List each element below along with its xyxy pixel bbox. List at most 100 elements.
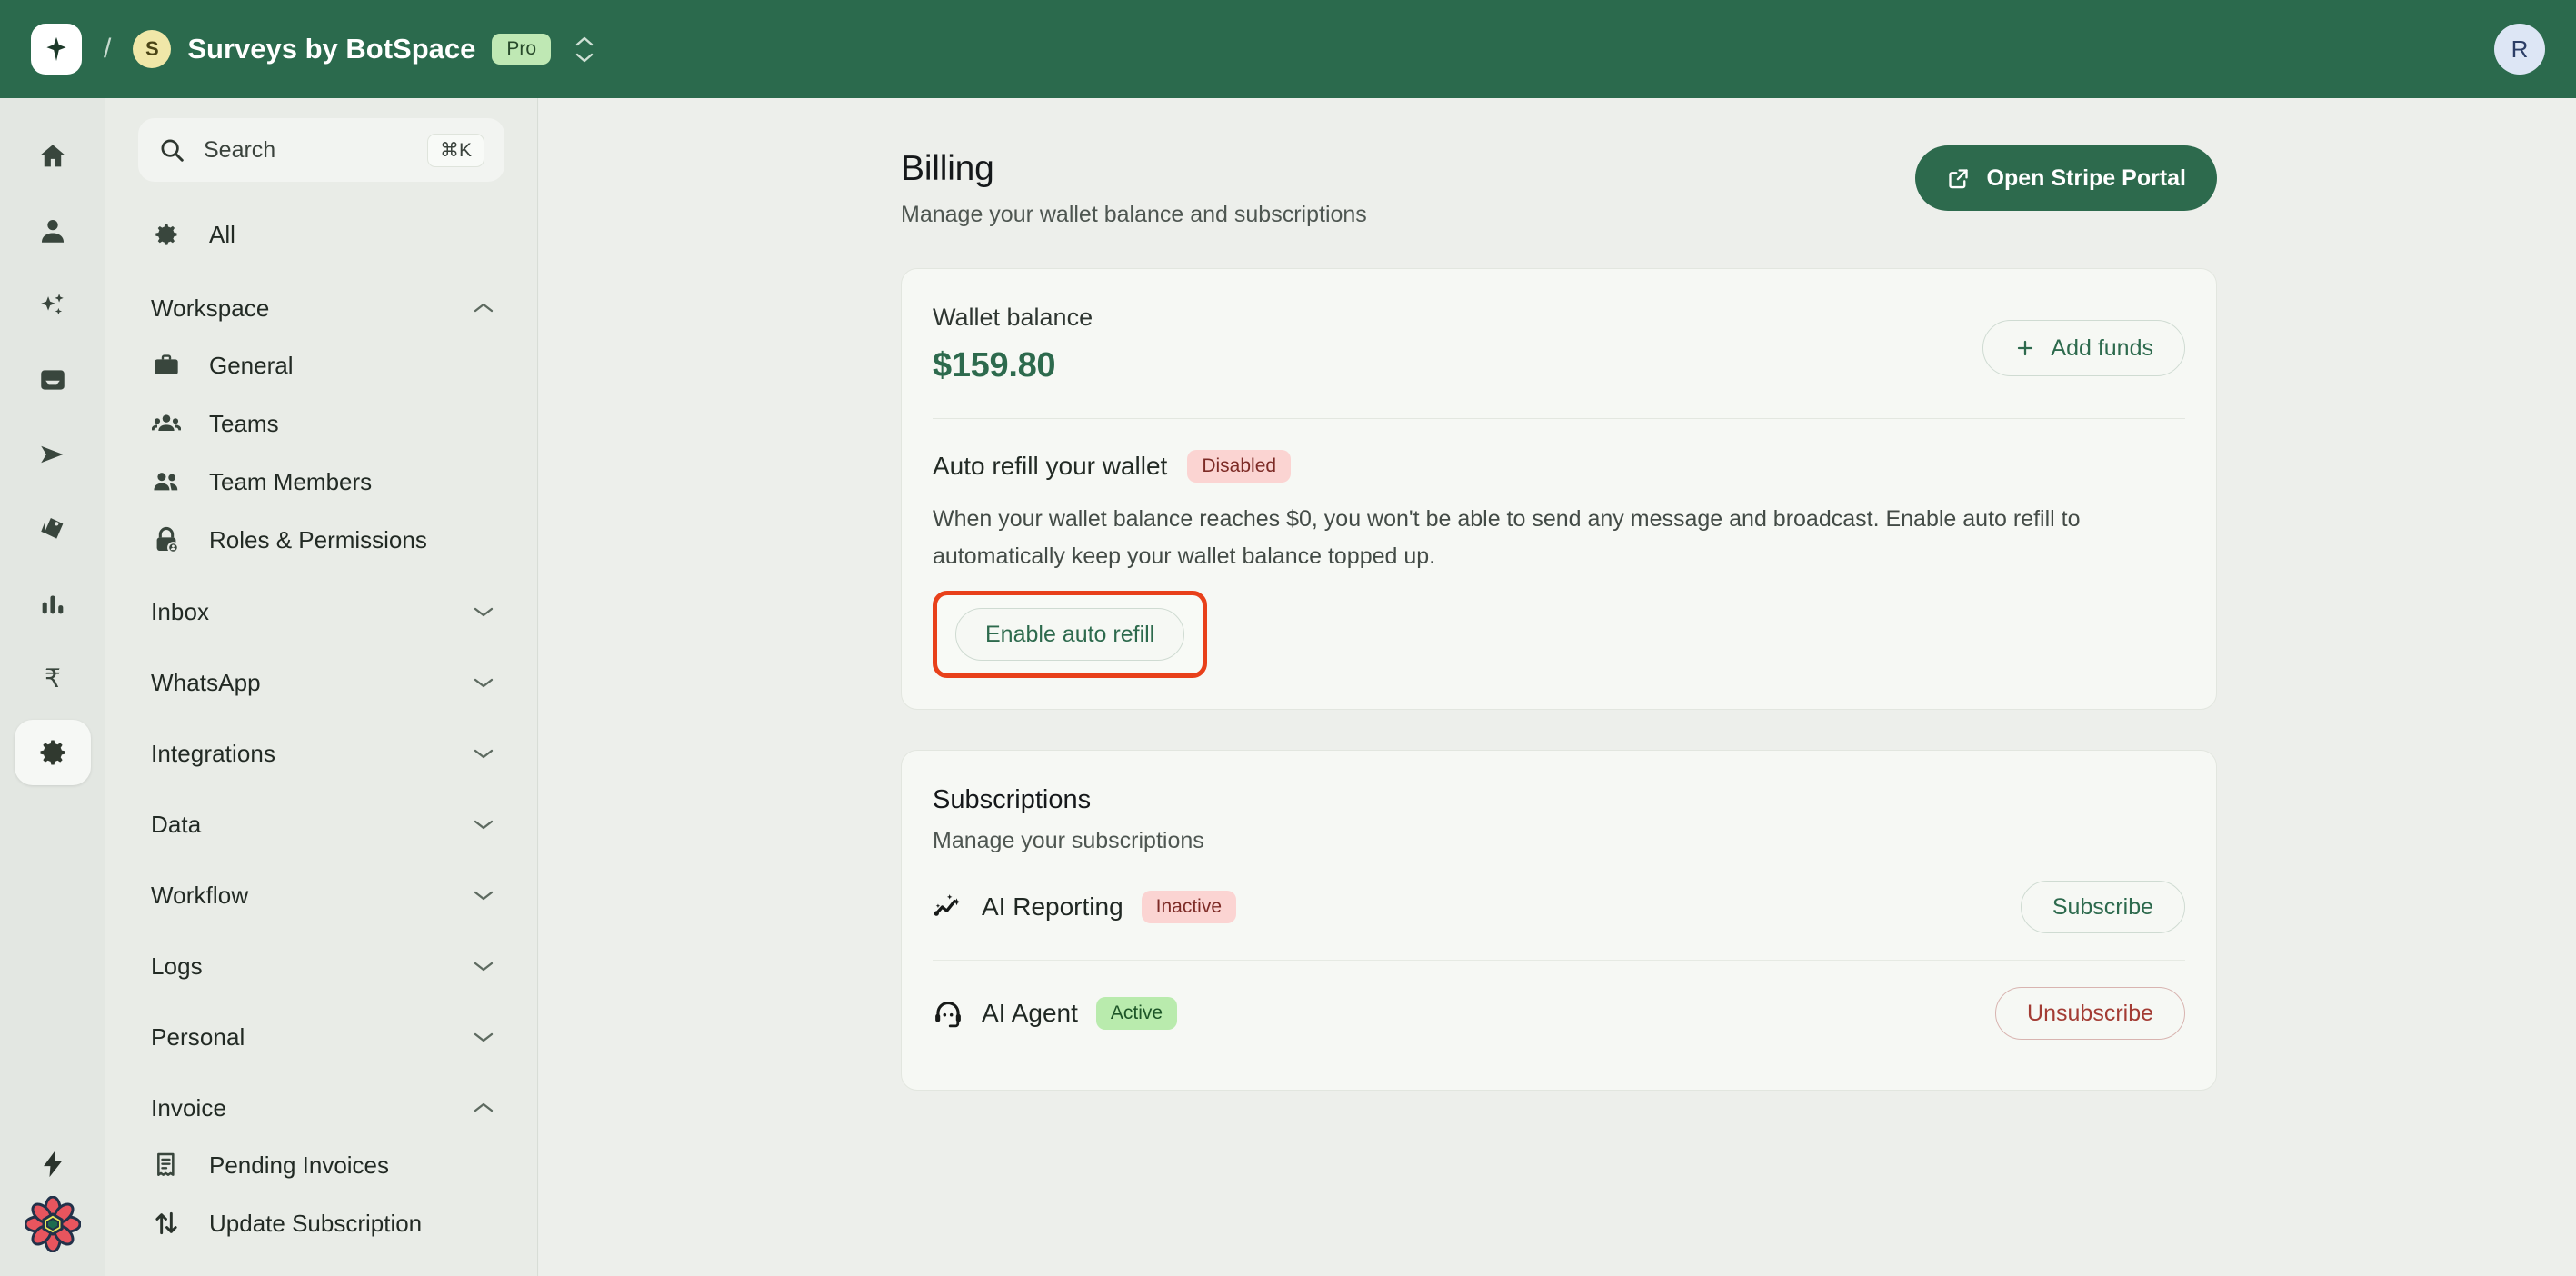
- chevron-down-icon: [472, 1030, 495, 1044]
- sidebar-item-label: General: [209, 352, 294, 380]
- sidebar-group-integrations[interactable]: Integrations: [138, 725, 504, 782]
- settings-sidebar: Search ⌘K All Workspace General Teams Te…: [105, 98, 538, 1276]
- sidebar-group-workflow[interactable]: Workflow: [138, 867, 504, 923]
- sidebar-group-label: Data: [151, 811, 201, 839]
- rail-item-ai[interactable]: [15, 273, 91, 338]
- rail-item-analytics[interactable]: [15, 571, 91, 636]
- sidebar-group-personal[interactable]: Personal: [138, 1009, 504, 1065]
- sidebar-group-label: Workflow: [151, 882, 248, 910]
- auto-refill-status-badge: Disabled: [1187, 450, 1291, 483]
- lock-person-icon: [151, 525, 182, 554]
- rail-item-broadcast[interactable]: [15, 422, 91, 487]
- broadcast-send-icon: [37, 439, 68, 470]
- chevron-down-icon: [472, 604, 495, 619]
- settings-gear-icon: [36, 736, 69, 769]
- sidebar-item-label: Update Subscription: [209, 1210, 422, 1238]
- sidebar-group-whatsapp[interactable]: WhatsApp: [138, 654, 504, 711]
- subscriptions-card: Subscriptions Manage your subscriptions …: [901, 750, 2217, 1091]
- rail-item-billing[interactable]: ₹: [15, 645, 91, 711]
- rupee-billing-icon: ₹: [37, 663, 68, 693]
- workspace-name: Surveys by BotSpace: [187, 33, 475, 65]
- subscribe-button[interactable]: Subscribe: [2021, 881, 2185, 933]
- search-icon: [158, 136, 185, 164]
- sidebar-item-label: All: [209, 221, 235, 249]
- subscription-status-badge: Active: [1096, 997, 1177, 1030]
- enable-auto-refill-button[interactable]: Enable auto refill: [955, 608, 1184, 661]
- sidebar-group-inbox[interactable]: Inbox: [138, 583, 504, 640]
- sidebar-item-label: Team Members: [209, 468, 372, 496]
- sidebar-item-update-subscription[interactable]: Update Subscription: [138, 1194, 504, 1252]
- sidebar-item-team-members[interactable]: Team Members: [138, 453, 504, 511]
- add-funds-label: Add funds: [2051, 335, 2153, 362]
- subscription-row: AI Agent Active Unsubscribe: [933, 961, 2185, 1066]
- card-divider: [933, 418, 2185, 419]
- search-placeholder: Search: [204, 137, 409, 164]
- sidebar-item-all[interactable]: All: [138, 205, 504, 264]
- subscription-name: AI Agent: [982, 999, 1078, 1028]
- lightning-bolt-icon[interactable]: [37, 1149, 68, 1180]
- enable-auto-refill-highlight: Enable auto refill: [933, 591, 1207, 678]
- sidebar-group-workspace[interactable]: Workspace: [138, 280, 504, 336]
- sidebar-item-roles-permissions[interactable]: Roles & Permissions: [138, 511, 504, 569]
- rail-item-settings[interactable]: [15, 720, 91, 785]
- teams-group-icon: [151, 409, 182, 438]
- chevron-down-icon: [472, 675, 495, 690]
- flower-logo-icon[interactable]: [25, 1196, 81, 1252]
- sidebar-item-teams[interactable]: Teams: [138, 394, 504, 453]
- rail-item-home[interactable]: [15, 124, 91, 189]
- main-content-area: Billing Manage your wallet balance and s…: [539, 98, 2576, 1276]
- svg-text:₹: ₹: [45, 663, 61, 693]
- rail-item-inbox[interactable]: [15, 347, 91, 413]
- chevron-up-icon: [472, 1101, 495, 1115]
- breadcrumb-separator: /: [104, 34, 111, 65]
- open-stripe-portal-button[interactable]: Open Stripe Portal: [1915, 145, 2217, 211]
- subscription-status-badge: Inactive: [1142, 891, 1236, 923]
- home-icon: [37, 141, 68, 172]
- app-logo-button[interactable]: [31, 24, 82, 75]
- subscriptions-title: Subscriptions: [933, 785, 2185, 815]
- chevron-up-icon: [472, 301, 495, 315]
- unsubscribe-button[interactable]: Unsubscribe: [1995, 987, 2185, 1040]
- plus-icon: [2014, 337, 2036, 359]
- add-funds-button[interactable]: Add funds: [1982, 320, 2185, 376]
- briefcase-icon: [151, 351, 182, 380]
- contacts-icon: [37, 215, 68, 246]
- plan-badge: Pro: [492, 34, 551, 65]
- ai-sparkles-icon: [37, 290, 68, 321]
- sidebar-item-pending-invoices[interactable]: Pending Invoices: [138, 1136, 504, 1194]
- catalog-tag-icon: [37, 513, 68, 544]
- sidebar-item-label: Pending Invoices: [209, 1151, 389, 1180]
- sidebar-group-label: Logs: [151, 952, 203, 981]
- primary-icon-rail: ₹: [0, 98, 105, 1276]
- sidebar-group-label: Inbox: [151, 598, 209, 626]
- sidebar-item-label: Roles & Permissions: [209, 526, 427, 554]
- sidebar-group-label: Workspace: [151, 294, 269, 323]
- auto-refill-description: When your wallet balance reaches $0, you…: [933, 501, 2151, 574]
- swap-arrows-icon: [151, 1209, 182, 1238]
- rail-item-contacts[interactable]: [15, 198, 91, 264]
- sparkle-logo-icon: [43, 35, 70, 63]
- sidebar-group-label: Invoice: [151, 1094, 226, 1122]
- workspace-avatar: S: [133, 30, 171, 68]
- sidebar-group-label: Integrations: [151, 740, 275, 768]
- subscription-row: AI Reporting Inactive Subscribe: [933, 854, 2185, 960]
- settings-gear-icon: [151, 220, 182, 249]
- search-shortcut-badge: ⌘K: [427, 134, 484, 167]
- auto-refill-title: Auto refill your wallet: [933, 452, 1167, 481]
- sidebar-group-label: Personal: [151, 1023, 245, 1052]
- sidebar-item-general[interactable]: General: [138, 336, 504, 394]
- chevron-up-down-icon[interactable]: [574, 35, 594, 64]
- user-avatar[interactable]: R: [2494, 24, 2545, 75]
- open-stripe-portal-label: Open Stripe Portal: [1987, 165, 2186, 192]
- external-link-icon: [1946, 166, 1971, 191]
- sidebar-group-data[interactable]: Data: [138, 796, 504, 852]
- rail-bottom-group: [0, 1149, 105, 1252]
- sidebar-group-invoice[interactable]: Invoice: [138, 1080, 504, 1136]
- chevron-down-icon: [472, 888, 495, 902]
- search-input[interactable]: Search ⌘K: [138, 118, 504, 182]
- rail-item-catalog[interactable]: [15, 496, 91, 562]
- chevron-down-icon: [472, 817, 495, 832]
- chevron-down-icon: [472, 746, 495, 761]
- sidebar-group-logs[interactable]: Logs: [138, 938, 504, 994]
- subscription-name: AI Reporting: [982, 892, 1123, 922]
